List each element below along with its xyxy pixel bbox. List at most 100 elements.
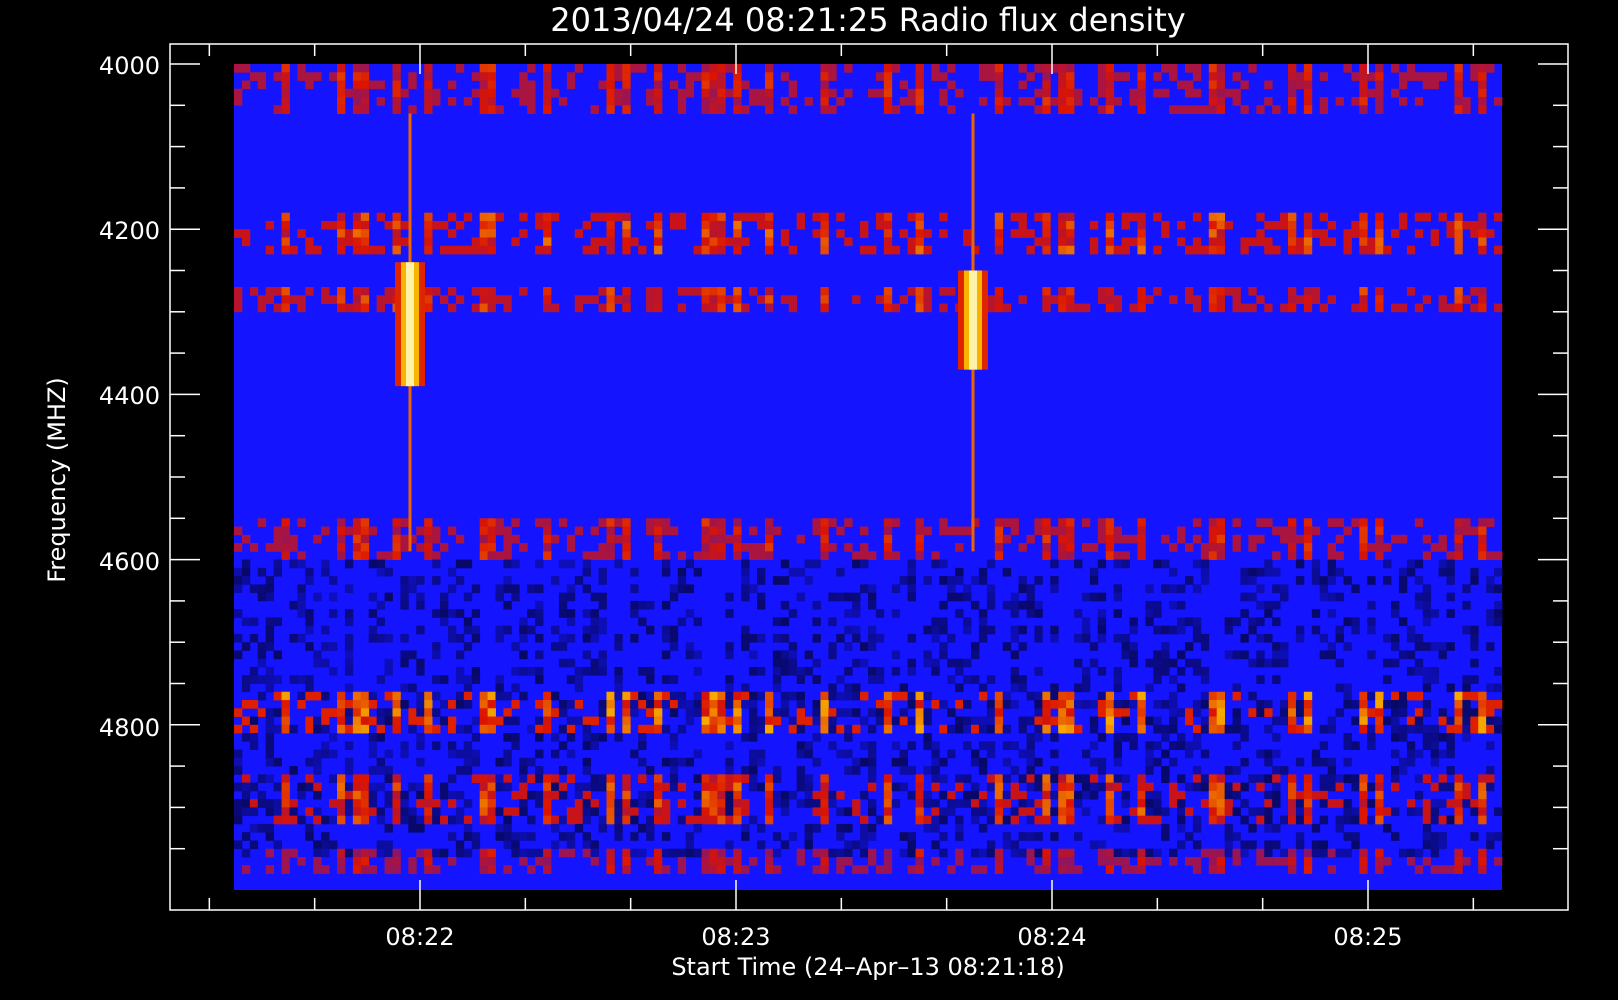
heatmap-cell — [899, 716, 909, 726]
heatmap-cell — [772, 790, 782, 800]
heatmap-cell — [1105, 287, 1115, 296]
heatmap-cell — [1137, 526, 1146, 536]
heatmap-cell — [1454, 799, 1463, 808]
heatmap-cell — [891, 666, 901, 676]
heatmap-cell — [368, 592, 378, 602]
heatmap-cell — [440, 295, 449, 304]
heatmap-cell — [1438, 716, 1447, 726]
heatmap-cell — [1010, 633, 1019, 643]
heatmap-cell — [1391, 782, 1400, 792]
heatmap-cell — [622, 534, 631, 544]
heatmap-cell — [606, 782, 615, 792]
heatmap-cell — [614, 675, 623, 684]
heatmap-cell — [1002, 741, 1012, 750]
heatmap-cell — [527, 848, 536, 858]
heatmap-cell — [1248, 840, 1257, 850]
heatmap-cell — [329, 815, 338, 825]
heatmap-cell — [764, 220, 774, 230]
heatmap-cell — [1224, 823, 1233, 833]
heatmap-cell — [1375, 287, 1384, 296]
heatmap-cell — [503, 295, 512, 304]
heatmap-cell — [543, 237, 552, 247]
heatmap-cell — [709, 815, 718, 825]
heatmap-cell — [812, 708, 821, 717]
heatmap-cell — [1010, 848, 1019, 858]
heatmap-cell — [368, 848, 378, 858]
heatmap-cell — [860, 245, 869, 255]
heatmap-cell — [1089, 658, 1099, 668]
heatmap-cell — [408, 72, 417, 81]
heatmap-cell — [1232, 617, 1241, 627]
heatmap-cell — [582, 295, 592, 304]
heatmap-cell — [1161, 766, 1170, 775]
heatmap-cell — [352, 220, 362, 230]
heatmap-cell — [741, 625, 750, 635]
heatmap-cell — [1295, 708, 1305, 717]
heatmap-cell — [455, 700, 465, 709]
heatmap-cell — [519, 766, 528, 775]
heatmap-cell — [305, 807, 314, 817]
heatmap-cell — [249, 543, 259, 552]
heatmap-cell — [661, 832, 671, 841]
heatmap-cell — [1406, 724, 1416, 734]
heatmap-cell — [440, 848, 449, 858]
heatmap-cell — [630, 237, 639, 247]
heatmap-cell — [1327, 766, 1336, 775]
heatmap-cell — [828, 708, 837, 717]
heatmap-cell — [384, 799, 393, 808]
heatmap-cell — [527, 865, 536, 874]
heatmap-cell — [741, 823, 750, 833]
heatmap-cell — [1121, 823, 1130, 833]
heatmap-cell — [796, 675, 805, 684]
heatmap-cell — [788, 666, 798, 676]
heatmap-cell — [543, 518, 552, 527]
heatmap-cell — [447, 856, 457, 866]
heatmap-cell — [479, 220, 488, 230]
heatmap-cell — [543, 865, 552, 874]
heatmap-cell — [1097, 88, 1107, 98]
heatmap-cell — [1042, 212, 1051, 222]
heatmap-cell — [1058, 88, 1067, 98]
heatmap-cell — [1232, 97, 1241, 106]
heatmap-cell — [1438, 543, 1447, 552]
heatmap-cell — [249, 633, 259, 643]
heatmap-cell — [606, 295, 615, 304]
heatmap-cell — [1208, 303, 1218, 313]
heatmap-cell — [1121, 733, 1130, 742]
heatmap-cell — [986, 584, 996, 594]
heatmap-cell — [1470, 716, 1479, 726]
heatmap-cell — [622, 807, 631, 817]
heatmap-cell — [1066, 518, 1075, 527]
heatmap-cell — [1153, 666, 1162, 676]
heatmap-cell — [598, 733, 607, 742]
heatmap-cell — [527, 64, 536, 73]
heatmap-cell — [1216, 708, 1226, 717]
heatmap-cell — [1311, 625, 1321, 635]
heatmap-cell — [978, 576, 988, 585]
heatmap-cell — [1105, 245, 1115, 255]
heatmap-cell — [511, 790, 520, 800]
heatmap-cell — [646, 832, 655, 841]
heatmap-cell — [717, 716, 726, 726]
heatmap-cell — [717, 807, 726, 817]
heatmap-cell — [337, 229, 346, 238]
heatmap-cell — [709, 212, 718, 222]
heatmap-cell — [1454, 865, 1463, 874]
heatmap-cell — [479, 534, 488, 544]
heatmap-cell — [495, 526, 504, 536]
heatmap-cell — [424, 237, 433, 247]
heatmap-cell — [1327, 724, 1336, 734]
heatmap-cell — [1050, 526, 1059, 536]
heatmap-cell — [844, 625, 853, 635]
heatmap-cell — [1058, 97, 1067, 106]
heatmap-cell — [543, 295, 552, 304]
heatmap-cell — [947, 105, 956, 114]
heatmap-cell — [630, 848, 639, 858]
heatmap-cell — [1113, 856, 1122, 866]
heatmap-cell — [1422, 617, 1432, 627]
heatmap-cell — [820, 856, 829, 866]
heatmap-cell — [582, 799, 592, 808]
heatmap-cell — [265, 848, 275, 858]
heatmap-cell — [281, 303, 290, 313]
heatmap-cell — [955, 526, 964, 536]
